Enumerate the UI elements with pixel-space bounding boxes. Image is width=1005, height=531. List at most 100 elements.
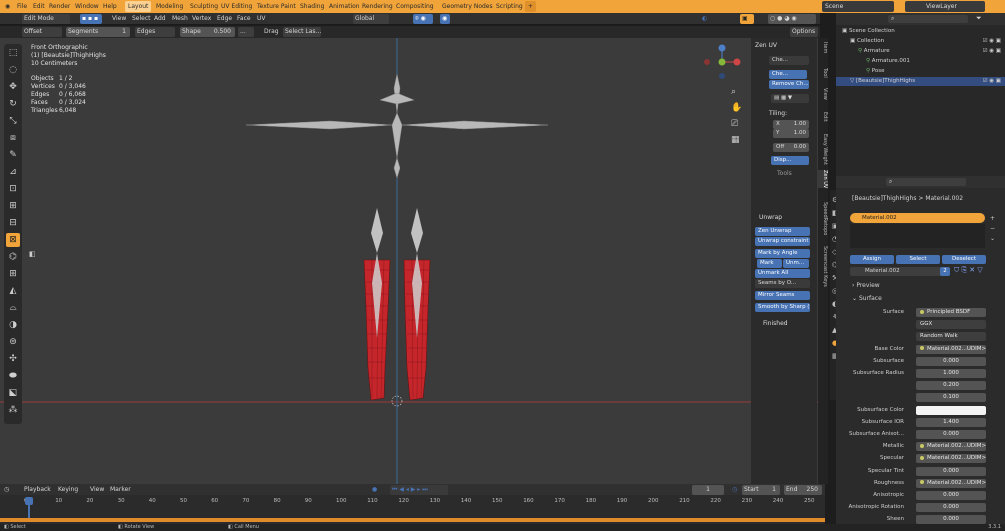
sidebar-tab-speedretopo[interactable]: SpeedRetopo — [818, 202, 828, 235]
edge-slide-icon[interactable]: ⊜ — [6, 335, 20, 349]
property-field[interactable]: 1.000 — [916, 369, 986, 378]
property-field[interactable] — [916, 405, 986, 415]
shading-modes[interactable]: ○ ● ◕ ◉ — [768, 14, 816, 24]
overlay-icon[interactable]: ◐ — [700, 14, 709, 24]
property-field[interactable]: Material.002...UDIM>.png — [916, 442, 986, 452]
property-field[interactable]: Material.002...UDIM>.png — [916, 478, 986, 488]
playhead[interactable] — [25, 497, 33, 505]
workspace-tab-texture-paint[interactable]: Texture Paint — [254, 1, 299, 12]
property-field[interactable]: GGX — [916, 320, 986, 330]
rotate-icon[interactable]: ↻ — [6, 97, 20, 111]
add-workspace-button[interactable]: + — [525, 1, 537, 12]
workspace-tab-animation[interactable]: Animation — [326, 1, 363, 12]
pan-hand-icon[interactable]: ✋ — [731, 100, 742, 116]
loop-cut-icon[interactable]: ⌬ — [6, 250, 20, 264]
sidebar-tab-zen-uv[interactable]: Zen UV — [818, 170, 828, 189]
zen-unwrap-button[interactable]: Zen Unwrap — [755, 227, 810, 236]
timeline-scrollbar[interactable] — [0, 518, 825, 522]
menu-add[interactable]: Add — [152, 14, 168, 24]
sidebar-tab-edit[interactable]: Edit — [818, 112, 828, 122]
collapse-toolbar-icon[interactable]: ◧ — [29, 250, 36, 258]
scene-selector[interactable]: Scene — [822, 1, 894, 12]
filter-icon[interactable]: ⏷ — [976, 14, 982, 23]
outliner-row[interactable]: ⚲ Armature ☑ ◉ ▣ — [836, 47, 1005, 56]
select-box-icon[interactable]: ⬚ — [6, 46, 20, 60]
segments-field[interactable]: Segments 1 — [66, 27, 130, 37]
menu-edit[interactable]: Edit — [30, 1, 48, 12]
outliner-row[interactable]: ▽ [Beautsie]ThighHighs ☑ ◉ ▣ — [836, 77, 1005, 86]
shear-icon[interactable]: ⬬ — [6, 369, 20, 383]
tool-offset-selector[interactable]: Offset — [22, 27, 62, 37]
remove-checker-button[interactable]: Remove Ch... — [769, 80, 809, 89]
select-mode-buttons[interactable]: ▪ ▪ ▪ — [80, 14, 102, 24]
property-field[interactable]: 0.200 — [916, 381, 986, 391]
workspace-tab-compositing[interactable]: Compositing — [393, 1, 437, 12]
outliner-row[interactable]: ▣ Scene Collection — [836, 27, 1005, 36]
camera-icon[interactable]: ⎚ — [731, 116, 742, 132]
annotate-icon[interactable]: ✎ — [6, 148, 20, 162]
menu-view[interactable]: View — [110, 14, 128, 24]
bevel-icon[interactable]: ⊠ — [6, 233, 20, 247]
smooth-icon[interactable]: ◑ — [6, 318, 20, 332]
proportional-edit-toggle[interactable]: ⌾ ◉ — [413, 14, 433, 24]
measure-icon[interactable]: ⊿ — [6, 165, 20, 179]
property-field[interactable]: 0.000 — [916, 491, 986, 500]
property-field[interactable]: Material.002...UDIM>.png — [916, 454, 986, 464]
timeline-editor-icon[interactable]: ◷ — [2, 485, 11, 495]
deselect-button[interactable]: Deselect — [942, 255, 986, 264]
visibility-icons[interactable]: ☑ ◉ ▣ — [983, 37, 1001, 46]
3d-viewport[interactable]: ⌕ ✋ ⎚ ▦ ◧ — [0, 38, 820, 484]
property-field[interactable]: 0.000 — [916, 503, 986, 513]
add-cube-icon[interactable]: ⊡ — [6, 182, 20, 196]
surface-panel-header[interactable]: ⌄ Surface — [852, 295, 882, 302]
rip-icon[interactable]: ⬕ — [6, 386, 20, 400]
sidebar-tab-item[interactable]: Item — [818, 42, 828, 53]
snap-toggle[interactable]: ◉ — [440, 14, 450, 24]
mirror-seams-button[interactable]: Mirror Seams — [755, 291, 810, 300]
menu-render[interactable]: Render — [46, 1, 73, 12]
transform-icon[interactable]: ⧈ — [6, 131, 20, 145]
smooth-by-sharp-button[interactable]: Smooth by Sharp (... — [755, 303, 810, 312]
sidebar-tab-tool[interactable]: Tool — [818, 68, 828, 78]
property-field[interactable]: 0.000 — [916, 356, 986, 366]
shape-field[interactable]: Shape 0.500 — [180, 27, 235, 37]
material-users-count[interactable]: 2 — [940, 267, 950, 276]
current-frame-field[interactable]: 1 — [692, 485, 724, 495]
workspace-tab-geometry-nodes[interactable]: Geometry Nodes — [439, 1, 496, 12]
poly-build-icon[interactable]: ◭ — [6, 284, 20, 298]
material-slot-item[interactable]: Material.002 — [850, 213, 985, 223]
menu-select[interactable]: Select — [130, 14, 153, 24]
menu-file[interactable]: File — [14, 1, 30, 12]
slot-side-buttons[interactable]: + − ⌄ — [990, 214, 995, 244]
workspace-tab-uv-editing[interactable]: UV Editing — [218, 1, 255, 12]
offset-field[interactable]: Off 0.00 — [773, 143, 809, 152]
menu-playback[interactable]: Playback — [22, 485, 53, 495]
options-button[interactable]: Options — [790, 27, 818, 37]
property-field[interactable]: Random Walk — [916, 332, 986, 342]
checker-image-icons[interactable]: ▤ ▦ ▼ — [771, 94, 809, 103]
checker-button[interactable]: Che... — [769, 56, 809, 65]
property-field[interactable]: 0.100 — [916, 393, 986, 403]
sidebar-tab-screencast-keys[interactable]: Screencast Keys — [818, 246, 828, 287]
orientation-selector[interactable]: Global — [353, 14, 389, 24]
unmark-all-button[interactable]: Unmark All — [755, 269, 810, 278]
menu-marker[interactable]: Marker — [108, 485, 133, 495]
tiling-y-field[interactable]: Y 1.00 — [773, 129, 809, 138]
menu-face[interactable]: Face — [235, 14, 253, 24]
workspace-tab-shading[interactable]: Shading — [297, 1, 327, 12]
outliner-search-input[interactable]: ⌕ — [888, 15, 968, 23]
property-field[interactable]: 0.000 — [916, 466, 986, 476]
outliner-row[interactable]: ▣ Collection ☑ ◉ ▣ — [836, 37, 1005, 46]
workspace-tab-sculpting[interactable]: Sculpting — [187, 1, 221, 12]
menu-help[interactable]: Help — [100, 1, 120, 12]
sidebar-tab-view[interactable]: View — [818, 88, 828, 100]
drag-selector[interactable]: Select Las... — [283, 27, 321, 37]
workspace-tab-modeling[interactable]: Modeling — [153, 1, 186, 12]
visibility-icons[interactable]: ☑ ◉ ▣ — [983, 77, 1001, 86]
preview-range-icon[interactable]: ◷ — [730, 485, 739, 495]
knife-icon[interactable]: ⊞ — [6, 267, 20, 281]
more-options-button[interactable]: ... — [238, 27, 254, 37]
select-button[interactable]: Select — [896, 255, 940, 264]
workspace-tab-scripting[interactable]: Scripting — [493, 1, 526, 12]
menu-mesh[interactable]: Mesh — [170, 14, 190, 24]
